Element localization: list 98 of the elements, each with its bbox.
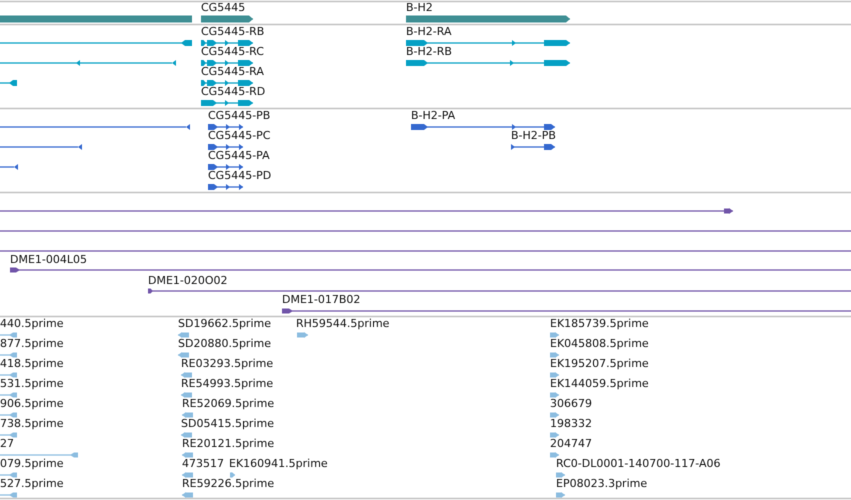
feature-label: B-H2-RB [406, 45, 452, 59]
feature-label: 473517 [182, 457, 224, 471]
est-glyph[interactable] [182, 412, 193, 418]
est-glyph[interactable] [556, 492, 565, 498]
protein-glyph[interactable] [208, 184, 243, 190]
feature-label: 527.5prime [0, 477, 64, 491]
feature-label: CG5445-PA [208, 149, 270, 163]
est-glyph[interactable] [0, 472, 17, 478]
feature-label: B-H2-PB [511, 129, 556, 143]
est-glyph[interactable] [181, 432, 192, 438]
est-glyph[interactable] [550, 452, 559, 458]
feature-label: CG5445-RD [201, 85, 266, 99]
protein-glyph[interactable] [411, 124, 555, 130]
feature-label: EK160941.5prime [229, 457, 328, 471]
feature-label: DME1-020O02 [148, 274, 228, 288]
protein-glyph[interactable] [511, 144, 555, 150]
protein-glyph[interactable] [208, 144, 243, 150]
est-glyph[interactable] [182, 492, 193, 498]
est-glyph[interactable] [182, 452, 193, 458]
feature-label: SD19662.5prime [178, 317, 271, 331]
transcript-glyph[interactable] [406, 60, 570, 66]
protein-glyph[interactable] [208, 124, 243, 130]
feature-label: 27 [0, 437, 14, 451]
est-glyph[interactable] [0, 412, 17, 418]
est-glyph[interactable] [0, 352, 17, 358]
est-glyph[interactable] [178, 352, 189, 358]
est-glyph[interactable] [556, 472, 565, 478]
clone-glyph[interactable] [0, 208, 733, 214]
feature-label: RC0-DL0001-140700-117-A06 [556, 457, 721, 471]
protein-glyph[interactable] [0, 164, 18, 170]
feature-label: CG5445-RC [201, 45, 264, 59]
transcript-glyph[interactable] [406, 40, 570, 46]
est-glyph[interactable] [0, 432, 17, 438]
feature-label: CG5445-PD [208, 169, 272, 183]
transcript-glyph[interactable] [0, 60, 176, 66]
feature-label: EK144059.5prime [550, 377, 649, 391]
transcript-glyph[interactable] [0, 40, 192, 46]
feature-label: CG5445-PB [208, 109, 270, 123]
feature-label: 906.5prime [0, 397, 64, 411]
feature-label: EK195207.5prime [550, 357, 649, 371]
feature-label: CG5445-RB [201, 25, 264, 39]
est-glyph[interactable] [0, 452, 78, 458]
protein-glyph[interactable] [208, 164, 243, 170]
feature-label: DME1-017B02 [282, 293, 360, 307]
feature-label: 738.5prime [0, 417, 64, 431]
feature-label: SD20880.5prime [178, 337, 271, 351]
transcript-glyph[interactable] [201, 40, 253, 46]
feature-label: RE03293.5prime [181, 357, 274, 371]
est-glyph[interactable] [0, 492, 17, 498]
est-glyph[interactable] [0, 372, 17, 378]
est-glyph[interactable] [230, 472, 235, 478]
est-glyph[interactable] [0, 332, 17, 338]
feature-label: 418.5prime [0, 357, 64, 371]
protein-glyph[interactable] [0, 124, 190, 130]
feature-label: EK045808.5prime [550, 337, 649, 351]
est-glyph[interactable] [181, 392, 192, 398]
est-glyph[interactable] [550, 412, 559, 418]
feature-label: SD05415.5prime [181, 417, 274, 431]
feature-label: B-H2 [406, 1, 433, 15]
transcript-glyph[interactable] [0, 80, 17, 86]
feature-label: EP08023.3prime [556, 477, 648, 491]
transcript-glyph[interactable] [201, 60, 253, 66]
feature-label: RE52069.5prime [182, 397, 274, 411]
feature-label: 440.5prime [0, 317, 64, 331]
protein-glyph[interactable] [0, 144, 82, 150]
est-glyph[interactable] [550, 352, 559, 358]
feature-label: 877.5prime [0, 337, 64, 351]
transcript-glyph[interactable] [201, 100, 253, 106]
feature-label: RE20121.5prime [182, 437, 274, 451]
clone-glyph[interactable] [10, 268, 851, 272]
clone-glyph[interactable] [282, 308, 851, 314]
transcript-glyph[interactable] [201, 80, 253, 86]
est-glyph[interactable] [181, 372, 192, 378]
est-glyph[interactable] [550, 392, 559, 398]
feature-label: 531.5prime [0, 377, 64, 391]
feature-label: 079.5prime [0, 457, 64, 471]
est-glyph[interactable] [550, 432, 559, 438]
feature-label: 306679 [550, 397, 592, 411]
feature-label: DME1-004L05 [10, 253, 87, 267]
feature-label: B-H2-PA [411, 109, 456, 123]
est-glyph[interactable] [550, 372, 559, 378]
clone-glyph[interactable] [148, 288, 851, 294]
feature-label: CG5445 [201, 1, 246, 15]
feature-label: 198332 [550, 417, 592, 431]
est-glyph[interactable] [182, 472, 193, 478]
gene-glyph[interactable] [201, 16, 253, 22]
feature-label: RH59544.5prime [296, 317, 390, 331]
est-glyph[interactable] [297, 332, 308, 338]
feature-label: 204747 [550, 437, 592, 451]
feature-label: B-H2-RA [406, 25, 452, 39]
feature-label: EK185739.5prime [550, 317, 649, 331]
feature-label: CG5445-RA [201, 65, 264, 79]
feature-label: RE59226.5prime [182, 477, 274, 491]
feature-label: CG5445-PC [208, 129, 270, 143]
est-glyph[interactable] [0, 392, 17, 398]
est-glyph[interactable] [178, 332, 189, 338]
feature-label: RE54993.5prime [181, 377, 274, 391]
est-glyph[interactable] [550, 332, 559, 338]
